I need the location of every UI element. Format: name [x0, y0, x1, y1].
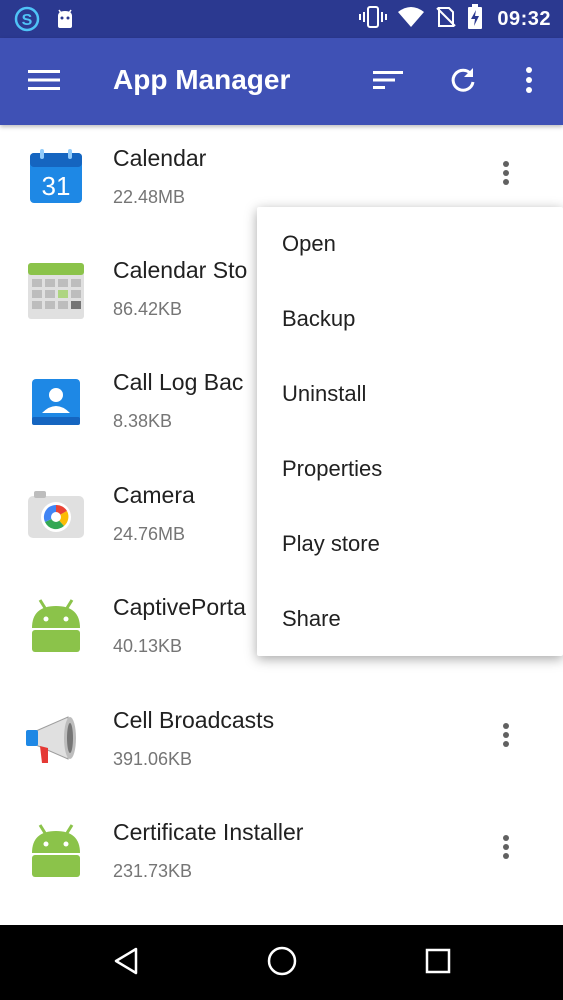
navigation-bar: [0, 925, 563, 1000]
refresh-button[interactable]: [441, 62, 485, 102]
row-overflow-button[interactable]: [488, 829, 524, 869]
sort-button[interactable]: [366, 62, 410, 102]
overflow-icon: [502, 834, 510, 865]
vibrate-icon: [359, 5, 388, 34]
home-icon: [266, 945, 298, 982]
app-bar: App Manager: [0, 38, 563, 125]
menu-item-share[interactable]: Share: [257, 582, 563, 657]
app-size: 8.38KB: [113, 411, 173, 431]
sort-icon: [373, 69, 403, 96]
row-overflow-button[interactable]: [488, 717, 524, 757]
app-name: Calendar: [113, 145, 207, 171]
page-title: App Manager: [113, 64, 291, 95]
menu-item-properties[interactable]: Properties: [257, 432, 563, 507]
menu-item-open[interactable]: Open: [257, 207, 563, 282]
menu-item-label: Open: [282, 231, 336, 256]
menu-item-label: Play store: [282, 531, 380, 556]
menu-item-label: Share: [282, 606, 341, 631]
app-size: 24.76MB: [113, 524, 186, 544]
contacts-icon: [24, 369, 88, 433]
recents-icon: [424, 947, 452, 980]
overflow-icon: [502, 722, 510, 753]
menu-icon: [28, 68, 60, 97]
app-size: 40.13KB: [113, 636, 183, 656]
menu-item-uninstall[interactable]: Uninstall: [257, 357, 563, 432]
list-item[interactable]: Cell Broadcasts 391.06KB: [0, 687, 563, 799]
s-logo-icon: S: [14, 6, 40, 37]
android-icon: [24, 594, 88, 658]
app-name: Certificate Installer: [113, 819, 304, 845]
context-menu: Open Backup Uninstall Properties Play st…: [257, 207, 563, 656]
megaphone-icon: [24, 707, 88, 771]
menu-item-label: Backup: [282, 306, 356, 331]
overflow-menu-button[interactable]: [507, 62, 551, 102]
clock: 09:32: [497, 7, 551, 30]
app-size: 86.42KB: [113, 299, 183, 319]
wifi-icon: [397, 6, 425, 33]
menu-item-label: Uninstall: [282, 381, 367, 406]
menu-item-play-store[interactable]: Play store: [257, 507, 563, 582]
svg-text:31: 31: [42, 171, 71, 201]
android-notification-icon: [54, 8, 76, 35]
menu-item-backup[interactable]: Backup: [257, 282, 563, 357]
back-button[interactable]: [100, 939, 152, 987]
calendar-storage-icon: [24, 257, 88, 321]
app-name: Cell Broadcasts: [113, 707, 275, 733]
status-bar: S 09:32: [0, 0, 563, 38]
app-name: Camera: [113, 482, 195, 508]
menu-button[interactable]: [22, 62, 66, 102]
refresh-icon: [449, 66, 477, 99]
no-sim-icon: [435, 6, 457, 33]
app-name: Call Log Bac: [113, 369, 244, 395]
overflow-icon: [502, 160, 510, 191]
app-size: 391.06KB: [113, 749, 193, 769]
back-icon: [112, 946, 140, 981]
recents-button[interactable]: [412, 939, 464, 987]
battery-charging-icon: [467, 3, 483, 35]
row-overflow-button[interactable]: [488, 155, 524, 195]
app-size: 22.48MB: [113, 187, 186, 207]
overflow-icon: [525, 66, 533, 99]
svg-text:S: S: [22, 12, 33, 29]
camera-icon: [24, 482, 88, 546]
list-item[interactable]: Certificate Installer 231.73KB: [0, 799, 563, 911]
app-size: 231.73KB: [113, 861, 193, 881]
menu-item-label: Properties: [282, 456, 383, 481]
app-name: Calendar Sto: [113, 257, 248, 283]
calendar-icon: 31: [24, 145, 88, 209]
home-button[interactable]: [256, 939, 308, 987]
app-name: CaptivePorta: [113, 594, 246, 620]
android-icon: [24, 819, 88, 883]
